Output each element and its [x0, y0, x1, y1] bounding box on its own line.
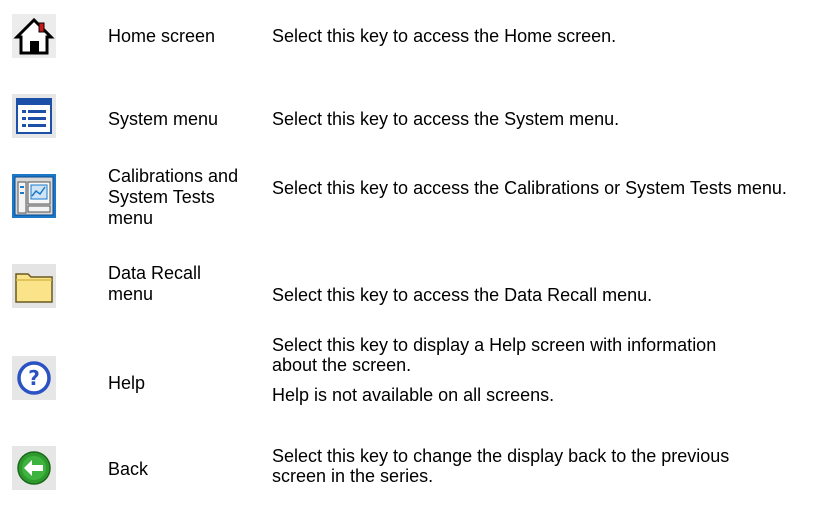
key-name: System menu	[108, 109, 219, 129]
key-name: Data Recall menu	[108, 263, 202, 304]
description-line: Select this key to display a Help screen…	[272, 335, 717, 375]
key-description: Select this key to change the display ba…	[272, 446, 732, 486]
key-description: Select this key to access the System men…	[272, 109, 812, 129]
key-description: Select this key to access the Calibratio…	[272, 178, 812, 198]
description-line: Select this key to access the Data Recal…	[272, 285, 653, 305]
back-arrow-icon	[12, 446, 56, 490]
help-icon: ?	[12, 356, 56, 400]
key-name: Help	[108, 373, 146, 393]
description-line: Select this key to access the System men…	[272, 109, 620, 129]
home-icon	[12, 14, 56, 58]
folder-icon	[12, 264, 56, 308]
key-name: Calibrations and System Tests menu	[108, 166, 239, 228]
calibrations-icon	[12, 174, 56, 218]
svg-text:?: ?	[28, 366, 40, 390]
system-menu-icon	[12, 94, 56, 138]
key-description: Select this key to display a Help screen…	[272, 335, 732, 405]
key-description: Select this key to access the Home scree…	[272, 26, 812, 46]
key-description: Select this key to access the Data Recal…	[272, 285, 812, 305]
key-name: Back	[108, 459, 149, 479]
description-line: Help is not available on all screens.	[272, 385, 555, 405]
description-line: Select this key to access the Calibratio…	[272, 178, 787, 198]
description-line: Select this key to change the display ba…	[272, 446, 730, 486]
description-line: Select this key to access the Home scree…	[272, 26, 617, 46]
key-name: Home screen	[108, 26, 216, 46]
